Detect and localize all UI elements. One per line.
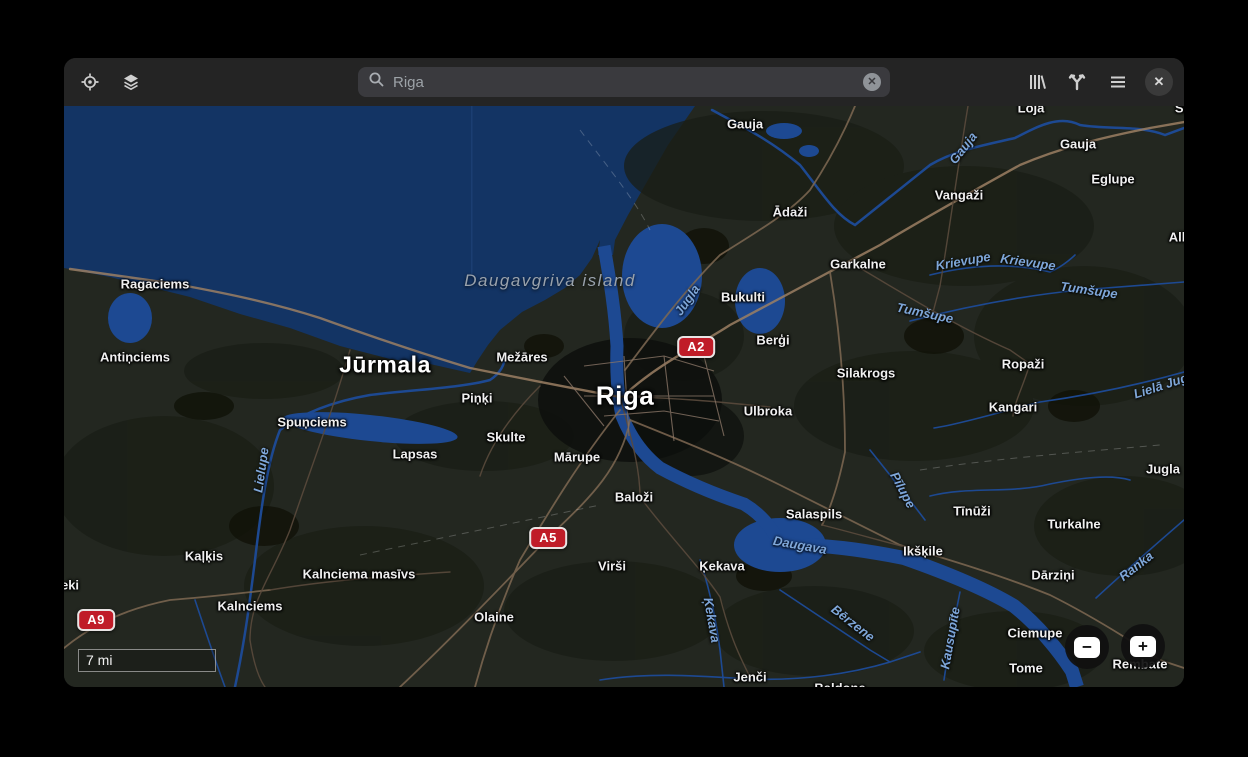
hamburger-menu-icon bbox=[1108, 72, 1128, 92]
zoom-out-icon: − bbox=[1074, 636, 1100, 658]
library-icon bbox=[1027, 72, 1047, 92]
goto-location-button[interactable] bbox=[76, 68, 104, 96]
search-icon bbox=[368, 71, 385, 93]
zoom-out-button[interactable]: − bbox=[1065, 625, 1109, 669]
route-icon bbox=[1067, 72, 1087, 92]
map-canvas[interactable]: Riga Jūrmala Daugavgriva island Gauja Loja Ga… bbox=[64, 106, 1184, 687]
zoom-in-button[interactable]: + bbox=[1121, 624, 1165, 668]
search-input[interactable] bbox=[385, 73, 863, 91]
map-geography bbox=[64, 106, 1184, 687]
menu-button[interactable] bbox=[1104, 68, 1132, 96]
road-badge-a9: A9 bbox=[77, 609, 115, 631]
layers-icon bbox=[121, 72, 141, 92]
gnome-maps-window: ✕ bbox=[64, 58, 1184, 687]
road-badge-a2: A2 bbox=[677, 336, 715, 358]
crosshair-location-icon bbox=[80, 72, 100, 92]
zoom-in-icon: + bbox=[1130, 635, 1156, 657]
close-icon: ✕ bbox=[1153, 74, 1165, 89]
clear-search-button[interactable]: ✕ bbox=[863, 73, 881, 91]
headerbar: ✕ bbox=[64, 58, 1184, 106]
scale-bar: 7 mi bbox=[78, 649, 216, 672]
close-button[interactable]: ✕ bbox=[1145, 68, 1173, 96]
bookmarks-button[interactable] bbox=[1023, 68, 1051, 96]
road-badge-a5: A5 bbox=[529, 527, 567, 549]
route-button[interactable] bbox=[1063, 68, 1091, 96]
layers-button[interactable] bbox=[117, 68, 145, 96]
search-entry[interactable]: ✕ bbox=[358, 67, 890, 97]
